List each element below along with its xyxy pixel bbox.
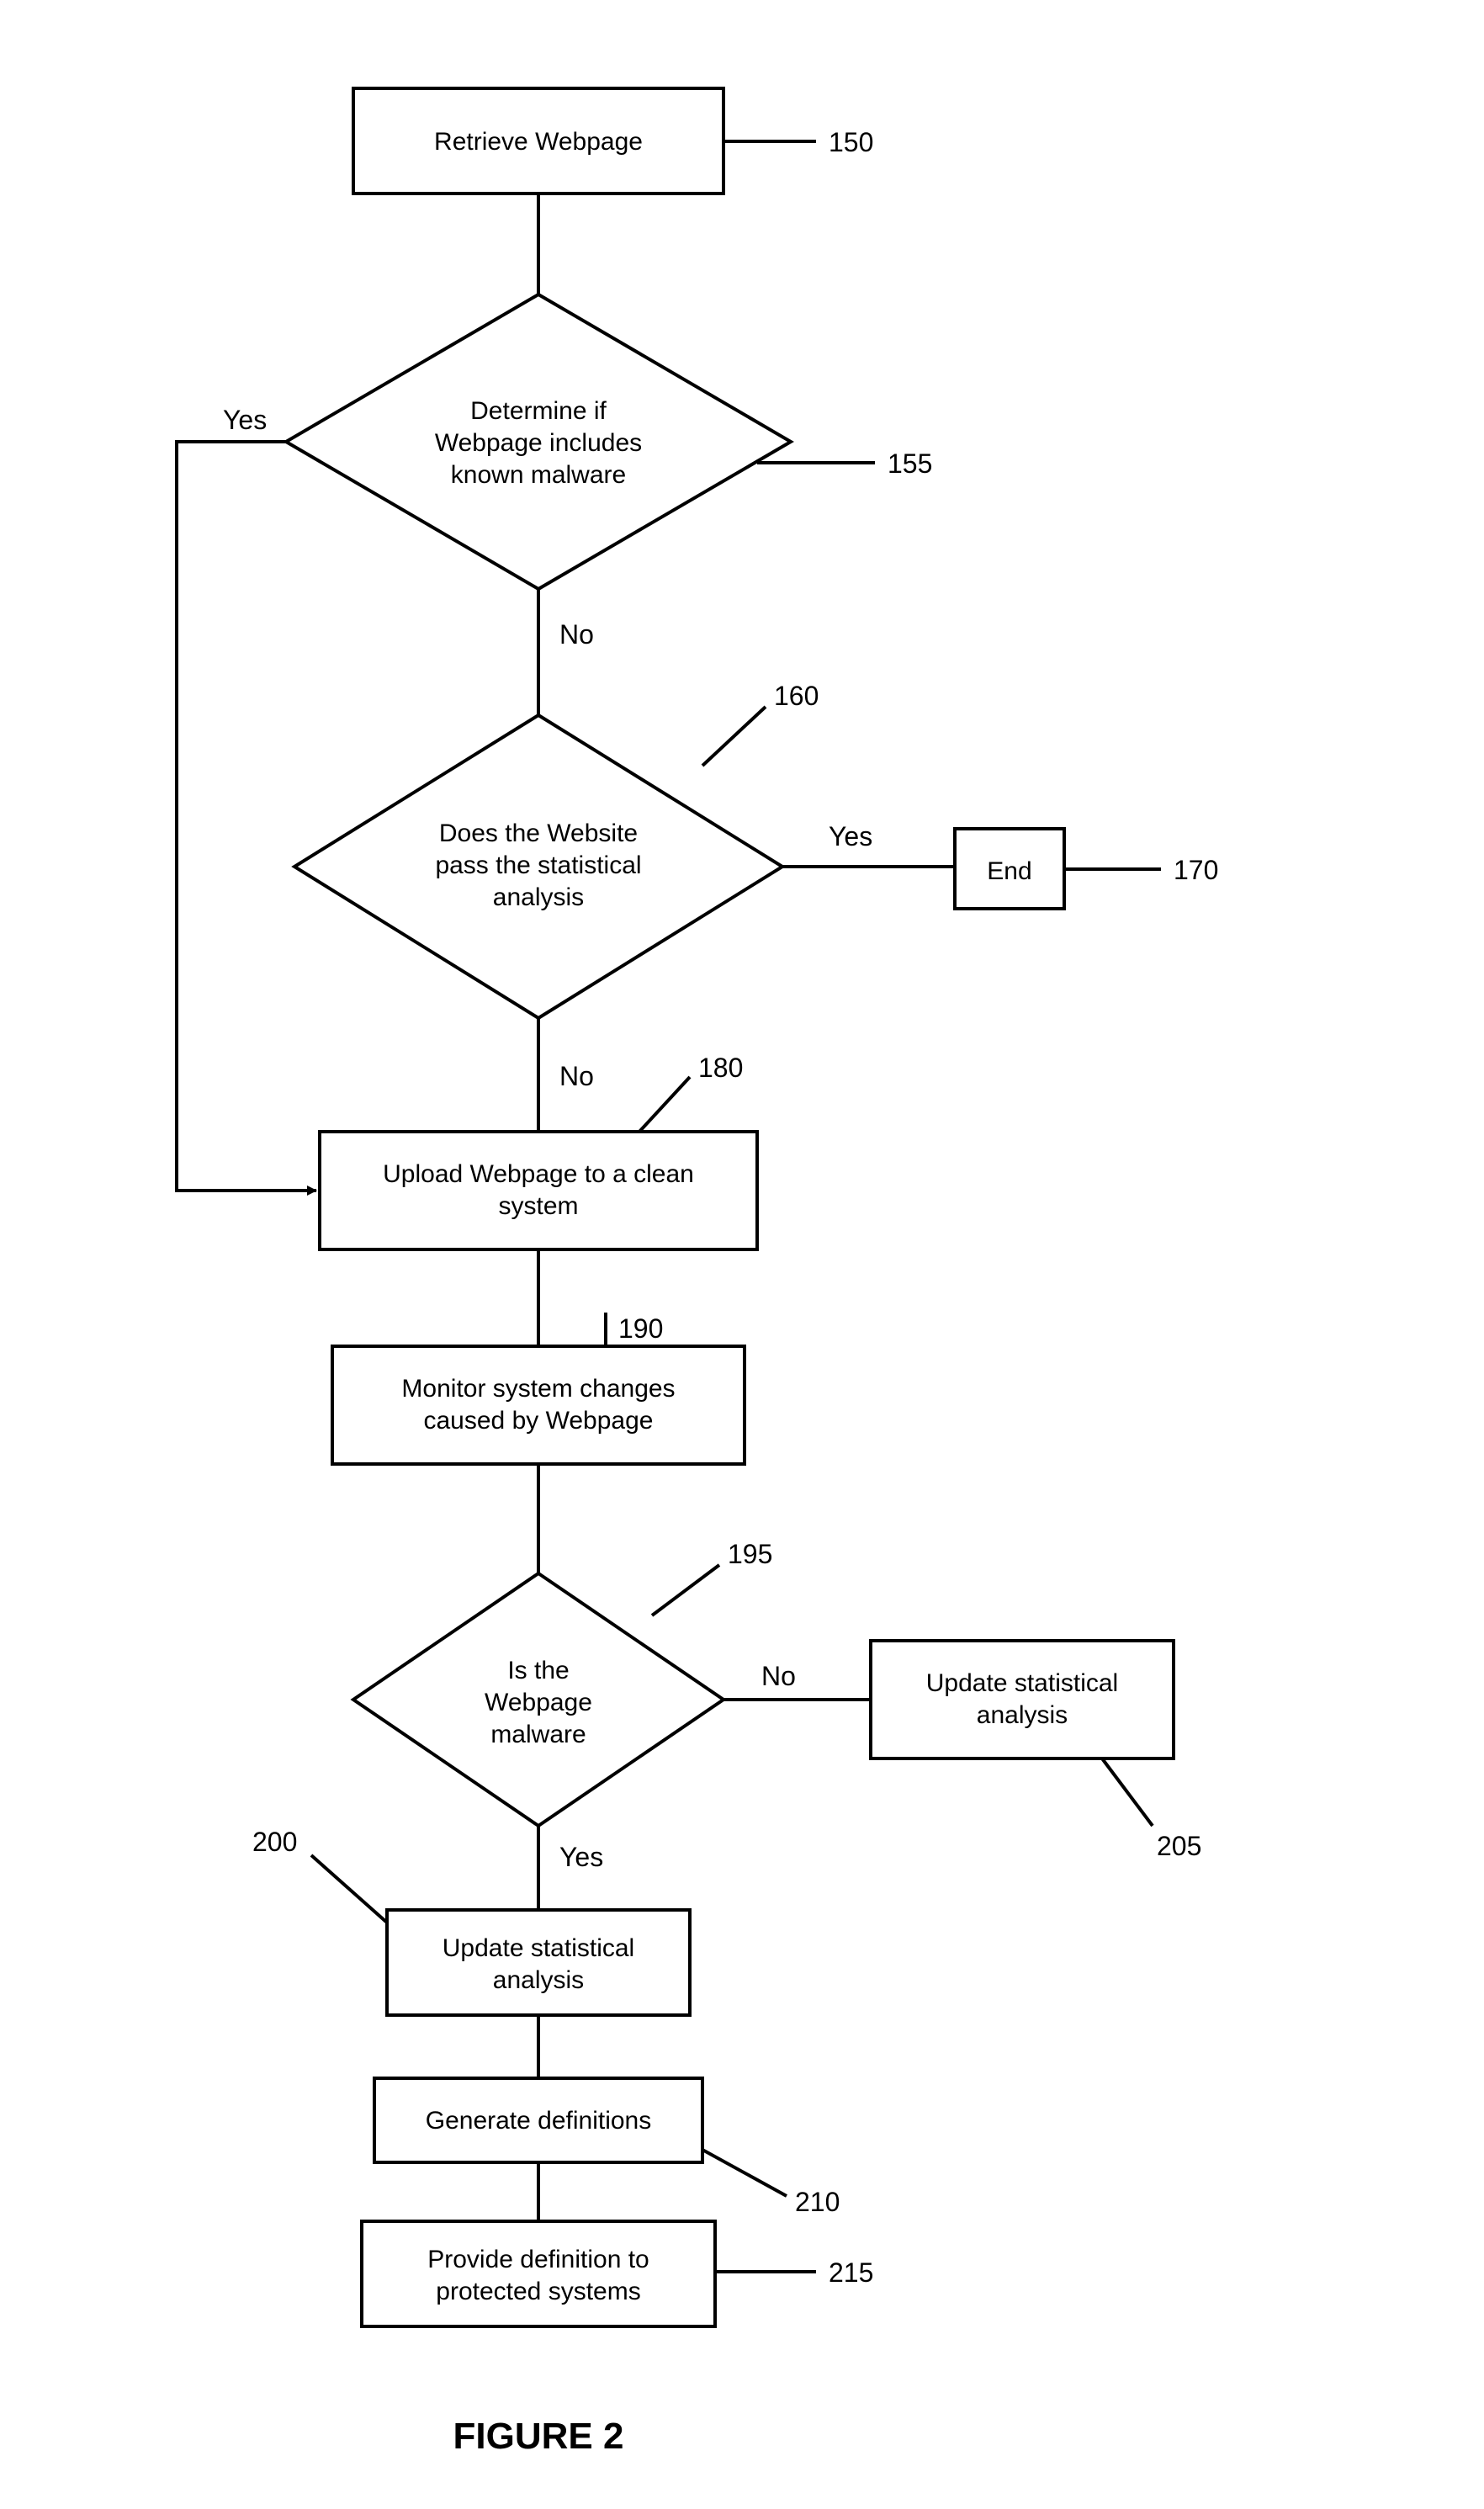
text-stat-2: pass the statistical: [435, 851, 641, 879]
text-215-2: protected systems: [436, 2278, 640, 2305]
text-determine-3: known malware: [451, 461, 626, 489]
label-160-yes: Yes: [829, 821, 872, 851]
text-200-2: analysis: [493, 1966, 584, 1994]
text-ismalware-3: malware: [490, 1721, 586, 1748]
ref-160: 160: [774, 681, 819, 711]
text-ismalware-2: Webpage: [485, 1689, 592, 1716]
ref-195: 195: [728, 1539, 772, 1569]
node-provide-definition: [362, 2221, 715, 2326]
label-195-no: No: [761, 1661, 796, 1691]
text-205-2: analysis: [977, 1701, 1068, 1729]
text-determine-2: Webpage includes: [435, 429, 642, 457]
text-200-1: Update statistical: [443, 1934, 634, 1962]
label-155-no: No: [559, 619, 594, 650]
text-monitor-1: Monitor system changes: [401, 1375, 675, 1403]
ref-170: 170: [1174, 855, 1218, 885]
text-stat-3: analysis: [493, 883, 584, 911]
ref-200: 200: [252, 1827, 297, 1857]
text-stat-1: Does the Website: [439, 820, 638, 847]
text-end: End: [987, 857, 1031, 885]
ref-205: 205: [1157, 1831, 1201, 1861]
text-retrieve-webpage: Retrieve Webpage: [434, 128, 643, 156]
node-update-stat-205: [871, 1641, 1174, 1758]
text-determine-1: Determine if: [470, 397, 607, 425]
ref-155: 155: [888, 448, 932, 479]
ref-210: 210: [795, 2187, 840, 2217]
figure-label: FIGURE 2: [453, 2416, 624, 2457]
text-210: Generate definitions: [426, 2107, 652, 2135]
text-ismalware-1: Is the: [507, 1657, 569, 1684]
ref-150: 150: [829, 127, 873, 157]
text-upload-2: system: [498, 1192, 578, 1220]
node-update-stat-200: [387, 1910, 690, 2015]
label-155-yes: Yes: [223, 405, 267, 435]
label-195-yes: Yes: [559, 1842, 603, 1872]
node-upload-clean-system: [320, 1132, 757, 1249]
text-215-1: Provide definition to: [427, 2246, 649, 2273]
ref-215: 215: [829, 2257, 873, 2288]
text-205-1: Update statistical: [926, 1669, 1118, 1697]
text-monitor-2: caused by Webpage: [424, 1407, 654, 1435]
text-upload-1: Upload Webpage to a clean: [383, 1160, 694, 1188]
node-monitor-changes: [332, 1346, 745, 1464]
flowchart: Retrieve Webpage 150 Determine if Webpag…: [0, 0, 1484, 2509]
ref-180: 180: [698, 1053, 743, 1083]
ref-190: 190: [618, 1313, 663, 1344]
label-160-no: No: [559, 1061, 594, 1091]
